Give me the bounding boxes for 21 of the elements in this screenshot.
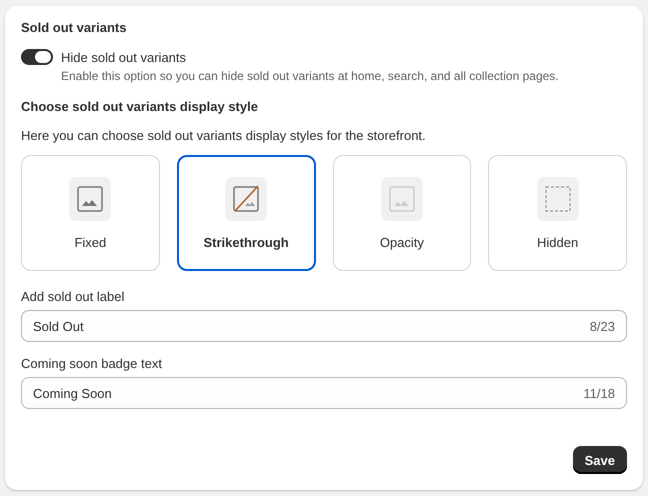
dashed-square-icon (536, 176, 579, 220)
character-counter: 11/18 (583, 386, 615, 400)
faded-image-icon (380, 176, 423, 220)
style-option[interactable]: Strikethrough (176, 155, 316, 271)
style-option[interactable]: Hidden (488, 155, 627, 271)
image-icon (69, 176, 112, 220)
style-option[interactable]: Opacity (332, 155, 472, 271)
toggle-label: Hide sold out variants (61, 50, 186, 64)
field-label: Add sold out label (21, 289, 126, 304)
crossed-image-icon (225, 176, 268, 220)
description-text: Here you can choose sold out variants display styles for the storefront. (21, 128, 427, 143)
section-title: Sold out variants (21, 20, 128, 35)
toggle-switch[interactable] (21, 49, 53, 65)
section-title: Choose sold out variants display style (21, 99, 259, 114)
save-button[interactable]: Save (572, 446, 627, 474)
style-option[interactable]: Fixed (21, 155, 160, 271)
field-label: Coming soon badge text (21, 356, 163, 371)
help-text: Enable this option so you can hide sold out variants at home, search, and all collection pages. (61, 69, 560, 83)
text-field[interactable]: Sold Out 8/23 (21, 310, 627, 342)
character-counter: 8/23 (590, 318, 615, 334)
text-field[interactable]: Coming Soon 11/18 (21, 377, 627, 409)
